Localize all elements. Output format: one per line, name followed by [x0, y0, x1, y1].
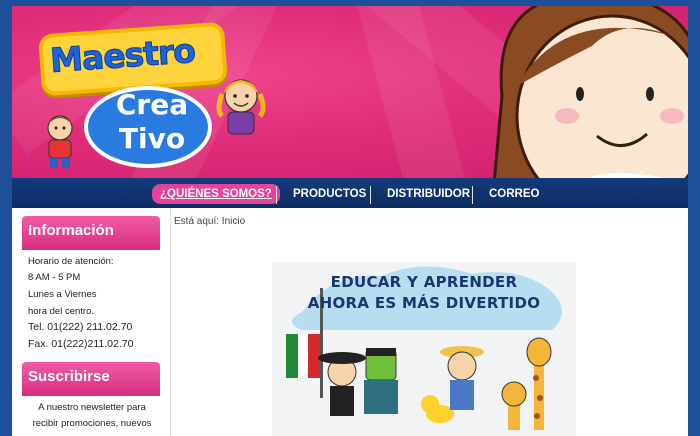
logo-text-crea: Crea [115, 88, 189, 121]
logo-text-creativo: Crea Tivo [107, 88, 197, 156]
promo-headline-line2: AHORA ES MÁS DIVERTIDO [307, 294, 541, 312]
page-frame: Maestro Crea Tivo ¿QUIÉNES SOMOS? PRODUC… [12, 6, 688, 436]
info-box-title: Información [22, 216, 160, 250]
promo-headline-line1: EDUCAR Y APRENDER [330, 273, 518, 291]
nav-item-correo[interactable]: CORREO [489, 184, 539, 204]
info-line: Horario de atención: [28, 256, 114, 267]
nav-divider [276, 186, 277, 204]
teacher-cartoon-icon [493, 6, 688, 178]
info-line: 8 AM - 5 PM [28, 272, 81, 283]
info-line: hora del centro. [28, 306, 95, 317]
subscribe-text: A nuestro newsletter para recibir promoc… [32, 402, 152, 429]
info-fax: Fax. 01(222)211.02.70 [28, 338, 134, 350]
nav-divider [472, 186, 473, 204]
main-nav: ¿QUIÉNES SOMOS? PRODUCTOS DISTRIBUIDOR C… [12, 178, 688, 208]
boy-cartoon-icon [47, 115, 73, 168]
info-phone: Tel. 01(222) 211.02.70 [28, 321, 133, 333]
logo-text-tivo: Tivo [118, 122, 186, 155]
nav-item-distribuidor[interactable]: DISTRIBUIDOR [387, 184, 470, 204]
header-banner: Maestro Crea Tivo [12, 6, 688, 178]
nav-divider [370, 186, 371, 204]
nav-item-quienes-somos[interactable]: ¿QUIÉNES SOMOS? [152, 184, 280, 204]
girl-cartoon-icon [216, 79, 266, 135]
promo-graphic: EDUCAR Y APRENDER AHORA ES MÁS DIVERTIDO [272, 252, 576, 436]
nav-item-productos[interactable]: PRODUCTOS [293, 184, 366, 204]
column-divider [170, 208, 171, 436]
subscribe-box-title: Suscribirse [22, 362, 160, 396]
info-line: Lunes a Viernes [28, 289, 97, 300]
breadcrumb: Está aquí: Inicio [174, 216, 246, 227]
promo-headline: EDUCAR Y APRENDER AHORA ES MÁS DIVERTIDO [272, 272, 576, 314]
